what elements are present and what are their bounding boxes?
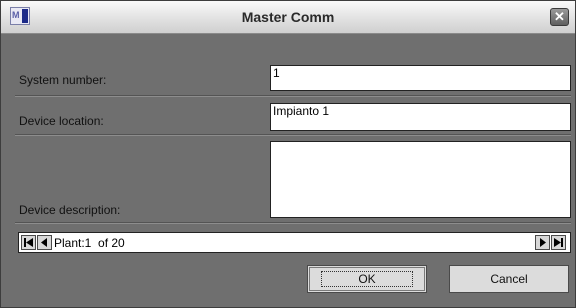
- next-record-button[interactable]: [535, 235, 550, 250]
- dialog-window: M Master Comm ✕ 1 System number: Impiant…: [0, 0, 576, 308]
- record-navigator: Plant:1 of 20: [18, 232, 571, 253]
- record-position: Plant:1 of 20: [54, 236, 125, 250]
- ok-button[interactable]: OK: [307, 265, 427, 293]
- system-number-label: System number:: [19, 73, 107, 87]
- device-description-field[interactable]: [270, 141, 571, 218]
- previous-record-button[interactable]: [37, 235, 52, 250]
- close-icon: ✕: [554, 9, 565, 24]
- first-record-icon: [24, 238, 33, 247]
- last-record-button[interactable]: [551, 235, 566, 250]
- title-bar[interactable]: M Master Comm ✕: [1, 1, 575, 34]
- device-location-field[interactable]: Impianto 1: [270, 103, 571, 131]
- device-description-label: Device description:: [19, 203, 121, 217]
- window-title: Master Comm: [241, 9, 335, 25]
- previous-record-icon: [41, 238, 47, 247]
- divider: [15, 222, 571, 224]
- device-location-label: Device location:: [19, 114, 104, 128]
- cancel-button[interactable]: Cancel: [449, 265, 569, 293]
- divider: [15, 95, 571, 97]
- divider: [15, 134, 571, 136]
- system-number-field[interactable]: 1: [270, 65, 571, 91]
- first-record-button[interactable]: [21, 235, 36, 250]
- close-button[interactable]: ✕: [550, 8, 569, 26]
- last-record-icon: [554, 238, 563, 247]
- next-record-icon: [540, 238, 546, 247]
- ok-button-label: OK: [321, 271, 413, 287]
